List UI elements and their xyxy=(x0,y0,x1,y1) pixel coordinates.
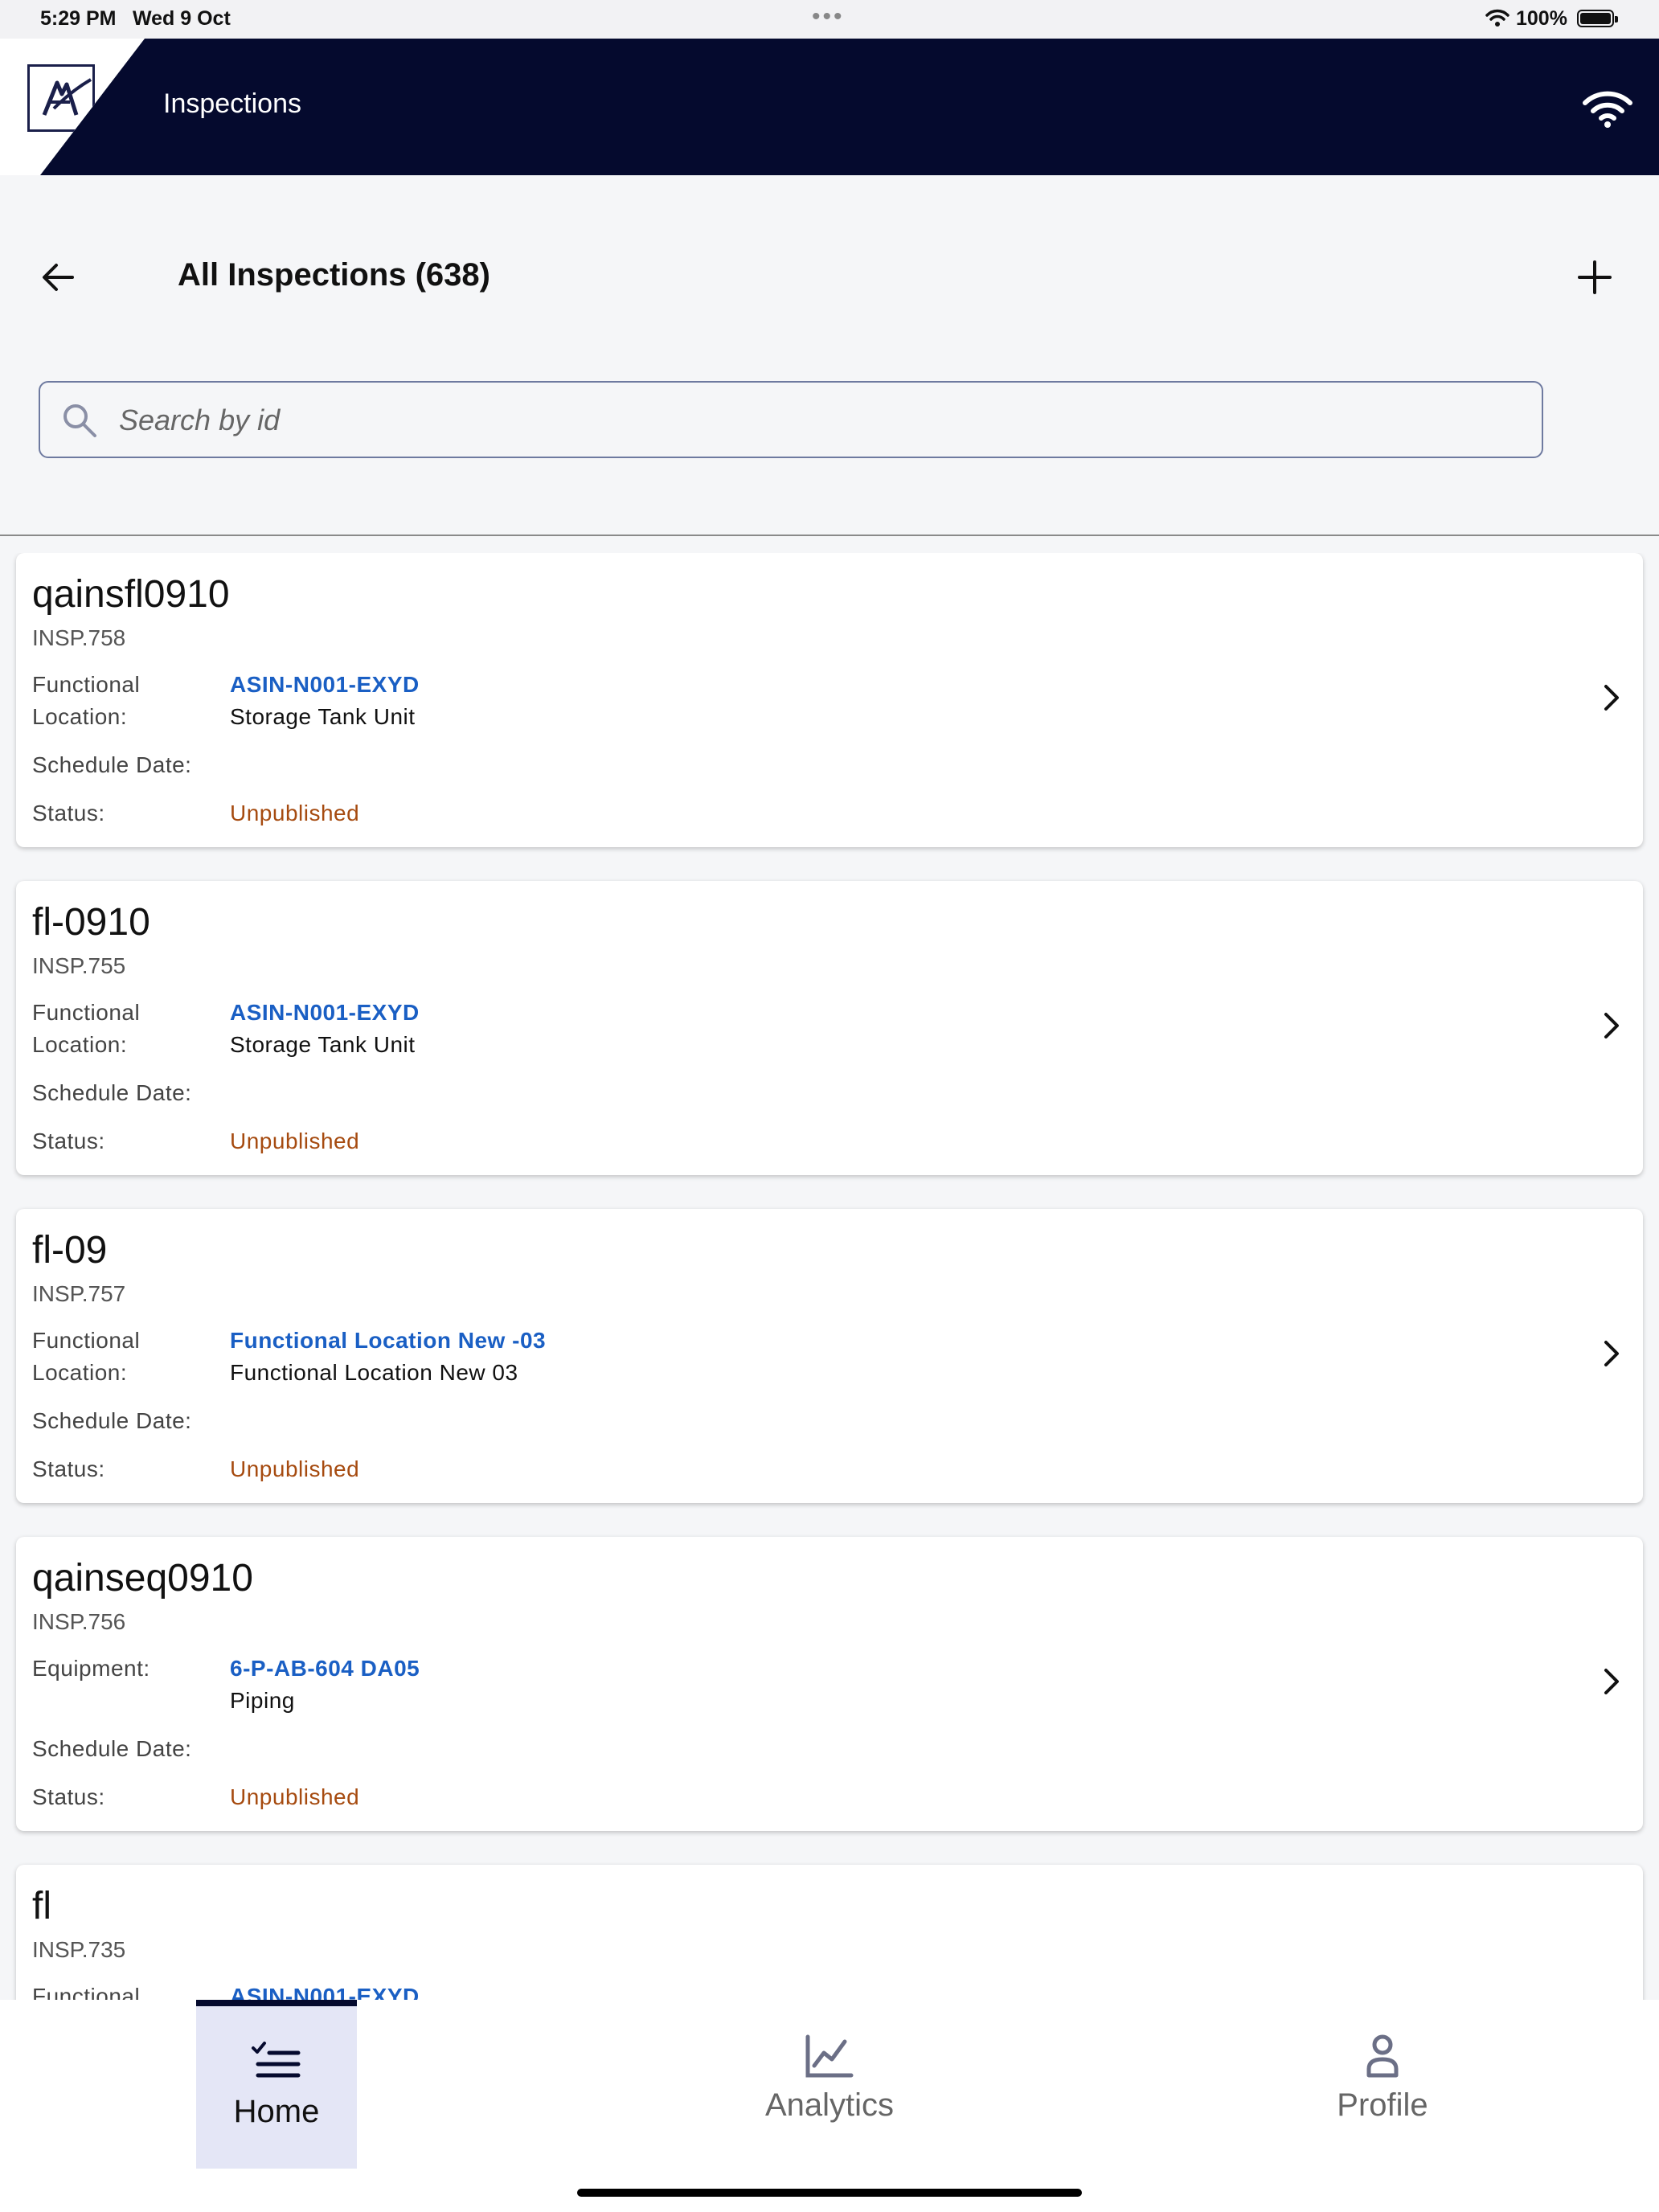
home-indicator-bar[interactable] xyxy=(577,2189,1082,2197)
schedule-date-label: Schedule Date: xyxy=(32,1736,192,1761)
nav-home-tab[interactable]: Home xyxy=(196,2000,357,2169)
functional-label: Functional xyxy=(32,1328,141,1353)
profile-person-icon xyxy=(1302,2034,1463,2083)
equipment-description: Piping xyxy=(230,1688,295,1713)
functional-label: Functional xyxy=(32,672,141,697)
inspection-name: qainsfl0910 xyxy=(32,573,230,616)
inspection-id: INSP.757 xyxy=(32,1281,126,1306)
status-value: Unpublished xyxy=(230,1456,360,1481)
status-value: Unpublished xyxy=(230,1784,360,1809)
bottom-navigation: Home Analytics Profile xyxy=(0,2000,1659,2212)
inspection-id: INSP.755 xyxy=(32,953,126,978)
inspection-card[interactable]: qainsfl0910 INSP.758 Functional Location… xyxy=(16,553,1643,847)
add-inspection-button[interactable] xyxy=(1575,257,1614,301)
status-label: Status: xyxy=(32,801,105,825)
functional-location-description: Storage Tank Unit xyxy=(230,704,416,729)
connectivity-wifi-icon xyxy=(1582,88,1633,133)
inspection-card[interactable]: fl-09 INSP.757 Functional Location: Func… xyxy=(16,1209,1643,1503)
app-header: Inspections xyxy=(0,39,1659,175)
multitasking-dots-icon[interactable]: ••• xyxy=(812,3,845,31)
logo-area xyxy=(0,39,145,175)
search-input[interactable] xyxy=(117,397,1487,444)
inspection-name: fl-09 xyxy=(32,1229,108,1272)
chevron-right-icon[interactable] xyxy=(1601,1010,1622,1046)
nav-profile-tab[interactable]: Profile xyxy=(1302,2000,1463,2169)
chevron-right-icon[interactable] xyxy=(1601,682,1622,718)
search-box[interactable] xyxy=(39,381,1543,458)
schedule-date-label: Schedule Date: xyxy=(32,1408,192,1433)
nav-analytics-tab[interactable]: Analytics xyxy=(749,2000,910,2169)
status-wifi-icon xyxy=(1485,8,1509,33)
inspection-card[interactable]: fl INSP.735 Functional ASIN-N001-EXYD xyxy=(16,1865,1643,2000)
chevron-right-icon[interactable] xyxy=(1601,1665,1622,1702)
status-date: Wed 9 Oct xyxy=(133,7,231,30)
back-arrow-icon[interactable] xyxy=(40,257,76,301)
nav-home-label: Home xyxy=(233,2094,320,2129)
inspection-id: INSP.758 xyxy=(32,625,126,650)
inspection-id: INSP.735 xyxy=(32,1937,126,1962)
search-icon xyxy=(61,402,98,443)
inspection-list[interactable]: qainsfl0910 INSP.758 Functional Location… xyxy=(0,553,1659,2000)
functional-location-link[interactable]: ASIN-N001-EXYD xyxy=(230,672,420,698)
functional-location-description: Storage Tank Unit xyxy=(230,1032,416,1057)
inspection-card[interactable]: qainseq0910 INSP.756 Equipment: 6-P-AB-6… xyxy=(16,1537,1643,1831)
location-label: Location: xyxy=(32,1032,128,1057)
location-label: Location: xyxy=(32,704,128,729)
inspection-card[interactable]: fl-0910 INSP.755 Functional Location: AS… xyxy=(16,881,1643,1175)
status-time: 5:29 PM xyxy=(40,7,117,30)
page-title: All Inspections (638) xyxy=(178,257,490,293)
functional-location-link[interactable]: Functional Location New -03 xyxy=(230,1328,546,1354)
schedule-date-label: Schedule Date: xyxy=(32,752,192,777)
inspection-id: INSP.756 xyxy=(32,1609,126,1634)
inspection-name: qainseq0910 xyxy=(32,1557,253,1600)
status-label: Status: xyxy=(32,1456,105,1481)
functional-location-description: Functional Location New 03 xyxy=(230,1360,518,1385)
inspection-name: fl xyxy=(32,1885,51,1927)
app-logo xyxy=(27,64,95,132)
functional-label: Functional xyxy=(32,1984,141,2000)
status-label: Status: xyxy=(32,1784,105,1809)
schedule-date-label: Schedule Date: xyxy=(32,1080,192,1105)
nav-analytics-label: Analytics xyxy=(764,2087,895,2123)
analytics-chart-icon xyxy=(749,2034,910,2083)
location-label: Location: xyxy=(32,1360,128,1385)
chevron-right-icon[interactable] xyxy=(1601,1337,1622,1374)
status-value: Unpublished xyxy=(230,801,360,825)
status-value: Unpublished xyxy=(230,1129,360,1153)
functional-label: Functional xyxy=(32,1000,141,1025)
equipment-label: Equipment: xyxy=(32,1656,150,1681)
system-status-bar: 5:29 PM Wed 9 Oct ••• 100% xyxy=(0,0,1659,39)
equipment-link[interactable]: 6-P-AB-604 DA05 xyxy=(230,1656,420,1682)
nav-profile-label: Profile xyxy=(1337,2087,1428,2123)
app-header-title: Inspections xyxy=(163,88,301,119)
battery-percentage: 100% xyxy=(1516,7,1567,30)
status-label: Status: xyxy=(32,1129,105,1153)
functional-location-link[interactable]: ASIN-N001-EXYD xyxy=(230,1000,420,1026)
home-list-icon xyxy=(196,2038,357,2091)
inspection-name: fl-0910 xyxy=(32,901,150,944)
list-divider xyxy=(0,535,1659,536)
battery-icon xyxy=(1577,10,1618,27)
functional-location-link[interactable]: ASIN-N001-EXYD xyxy=(230,1984,420,2000)
